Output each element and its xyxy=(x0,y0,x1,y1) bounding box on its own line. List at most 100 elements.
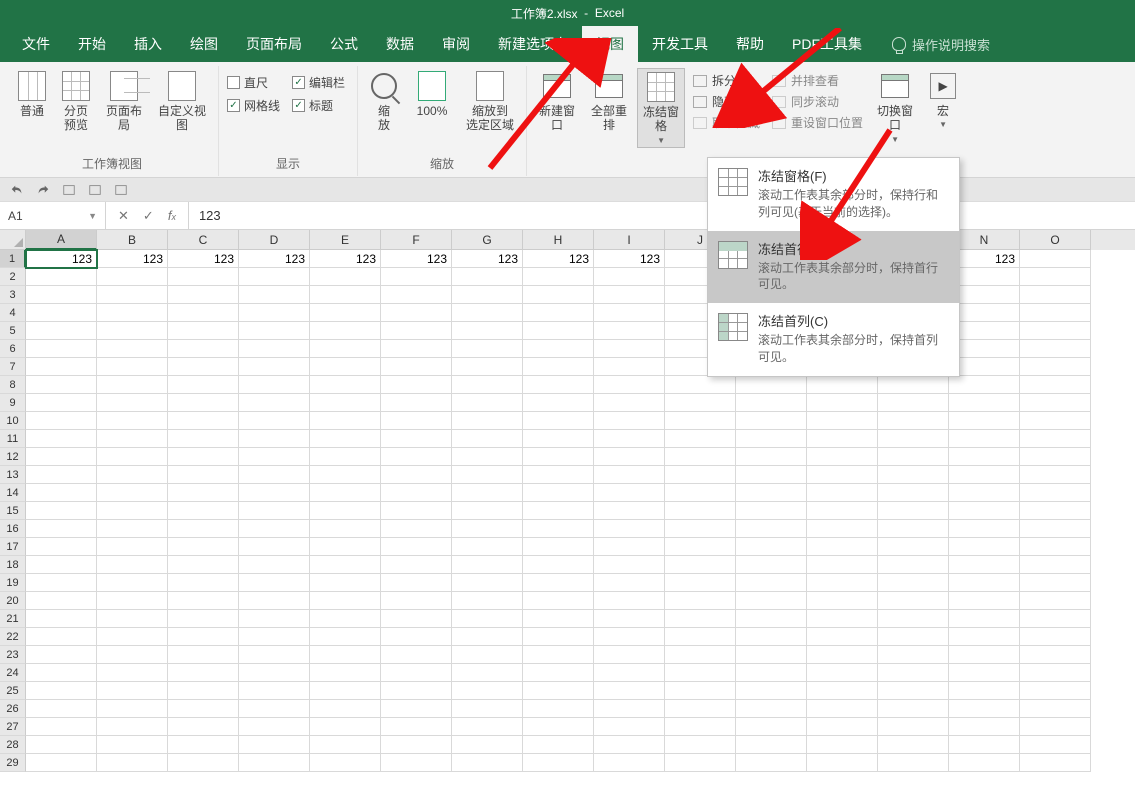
cell[interactable] xyxy=(168,646,239,664)
cell[interactable] xyxy=(1020,250,1091,268)
cell[interactable] xyxy=(736,664,807,682)
cell[interactable] xyxy=(452,664,523,682)
cell[interactable] xyxy=(807,682,878,700)
cell[interactable] xyxy=(665,376,736,394)
cell[interactable] xyxy=(1020,484,1091,502)
cell[interactable] xyxy=(97,304,168,322)
cell[interactable] xyxy=(523,268,594,286)
row-header[interactable]: 20 xyxy=(0,592,26,610)
cell[interactable] xyxy=(594,376,665,394)
column-header[interactable]: B xyxy=(97,230,168,250)
row-header[interactable]: 8 xyxy=(0,376,26,394)
cell[interactable] xyxy=(168,682,239,700)
cell[interactable]: 123 xyxy=(381,250,452,268)
cell[interactable] xyxy=(97,520,168,538)
cell[interactable] xyxy=(97,754,168,772)
cell[interactable] xyxy=(381,700,452,718)
cell[interactable] xyxy=(168,430,239,448)
cell[interactable] xyxy=(949,736,1020,754)
cell[interactable] xyxy=(807,646,878,664)
cell[interactable] xyxy=(523,646,594,664)
cell[interactable] xyxy=(594,628,665,646)
cell[interactable] xyxy=(523,538,594,556)
cell[interactable] xyxy=(26,628,97,646)
cell[interactable] xyxy=(97,412,168,430)
cell[interactable]: 123 xyxy=(452,250,523,268)
cell[interactable] xyxy=(26,322,97,340)
custom-views-button[interactable]: 自定义视图 xyxy=(152,68,212,135)
row-header[interactable]: 11 xyxy=(0,430,26,448)
cell[interactable] xyxy=(736,448,807,466)
new-window-button[interactable]: 新建窗口 xyxy=(533,68,581,135)
cell[interactable] xyxy=(594,682,665,700)
cell[interactable] xyxy=(381,556,452,574)
cell[interactable] xyxy=(949,538,1020,556)
cell[interactable] xyxy=(878,430,949,448)
cell[interactable] xyxy=(239,538,310,556)
cell[interactable] xyxy=(381,448,452,466)
cell[interactable] xyxy=(239,430,310,448)
cell[interactable]: 123 xyxy=(26,250,97,268)
cell[interactable]: 123 xyxy=(594,250,665,268)
cell[interactable] xyxy=(381,718,452,736)
qat-item-icon[interactable] xyxy=(114,183,128,197)
cell[interactable] xyxy=(452,700,523,718)
cell[interactable] xyxy=(523,376,594,394)
cell[interactable] xyxy=(594,502,665,520)
cell[interactable] xyxy=(310,394,381,412)
cell[interactable] xyxy=(1020,412,1091,430)
cell[interactable] xyxy=(310,628,381,646)
tab-view[interactable]: 视图 xyxy=(582,26,638,62)
cell[interactable] xyxy=(1020,574,1091,592)
cell[interactable] xyxy=(665,682,736,700)
cell[interactable] xyxy=(594,718,665,736)
cell[interactable] xyxy=(949,502,1020,520)
cell[interactable] xyxy=(878,412,949,430)
cell[interactable] xyxy=(878,376,949,394)
cell[interactable] xyxy=(878,574,949,592)
cell[interactable] xyxy=(381,502,452,520)
cell[interactable] xyxy=(807,430,878,448)
cell[interactable] xyxy=(310,358,381,376)
cell[interactable] xyxy=(949,556,1020,574)
cell[interactable] xyxy=(452,304,523,322)
cell[interactable] xyxy=(26,394,97,412)
cell[interactable] xyxy=(878,718,949,736)
cell[interactable] xyxy=(878,682,949,700)
cell[interactable] xyxy=(452,268,523,286)
cell[interactable] xyxy=(381,646,452,664)
cell[interactable] xyxy=(381,430,452,448)
cell[interactable] xyxy=(310,754,381,772)
cell[interactable] xyxy=(1020,448,1091,466)
cell[interactable] xyxy=(310,736,381,754)
cell[interactable] xyxy=(381,484,452,502)
cell[interactable] xyxy=(736,466,807,484)
cell[interactable] xyxy=(807,466,878,484)
cell[interactable] xyxy=(736,412,807,430)
cell[interactable] xyxy=(168,286,239,304)
cell[interactable] xyxy=(310,592,381,610)
cell[interactable] xyxy=(878,628,949,646)
cell[interactable] xyxy=(239,466,310,484)
cell[interactable] xyxy=(878,502,949,520)
cell[interactable] xyxy=(239,304,310,322)
cell[interactable] xyxy=(523,664,594,682)
cell[interactable] xyxy=(665,538,736,556)
cell[interactable] xyxy=(1020,664,1091,682)
cell[interactable] xyxy=(523,556,594,574)
cell[interactable] xyxy=(523,322,594,340)
cell[interactable] xyxy=(523,286,594,304)
cell[interactable] xyxy=(949,700,1020,718)
cell[interactable] xyxy=(878,610,949,628)
cell[interactable] xyxy=(168,268,239,286)
cell[interactable]: 123 xyxy=(239,250,310,268)
cell[interactable] xyxy=(381,340,452,358)
cell[interactable] xyxy=(310,520,381,538)
row-header[interactable]: 25 xyxy=(0,682,26,700)
column-header[interactable]: F xyxy=(381,230,452,250)
row-header[interactable]: 2 xyxy=(0,268,26,286)
cell[interactable] xyxy=(97,394,168,412)
cell[interactable] xyxy=(97,646,168,664)
cell[interactable] xyxy=(239,268,310,286)
cell[interactable] xyxy=(523,718,594,736)
